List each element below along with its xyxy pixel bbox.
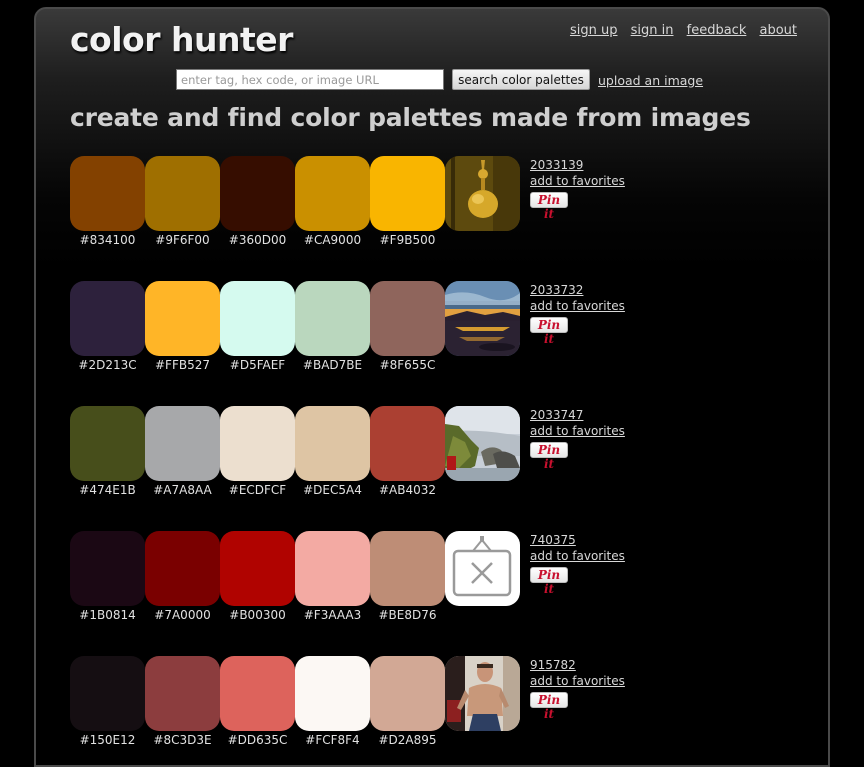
palette-meta: 915782 add to favorites Pin it bbox=[530, 657, 625, 722]
hex-label: #ECDFCF bbox=[228, 483, 287, 497]
color-swatch[interactable] bbox=[295, 531, 370, 606]
add-to-favorites-link[interactable]: add to favorites bbox=[530, 173, 625, 189]
pin-it-button[interactable]: Pin it bbox=[530, 442, 568, 471]
color-swatch[interactable] bbox=[70, 406, 145, 481]
color-swatch[interactable] bbox=[220, 656, 295, 731]
upload-image-link[interactable]: upload an image bbox=[598, 73, 703, 88]
color-swatch[interactable] bbox=[295, 656, 370, 731]
hex-label: #FCF8F4 bbox=[305, 733, 360, 747]
hex-label: #D5FAEF bbox=[229, 358, 286, 372]
color-swatch[interactable] bbox=[370, 656, 445, 731]
color-swatch[interactable] bbox=[145, 281, 220, 356]
hex-label: #DEC5A4 bbox=[303, 483, 362, 497]
color-swatch[interactable] bbox=[70, 156, 145, 231]
color-swatch[interactable] bbox=[220, 406, 295, 481]
color-swatch[interactable] bbox=[370, 156, 445, 231]
hex-label: #474E1B bbox=[79, 483, 136, 497]
broken-image-icon[interactable] bbox=[445, 531, 520, 606]
color-swatch[interactable] bbox=[220, 156, 295, 231]
color-swatch[interactable] bbox=[145, 156, 220, 231]
palette-id-link[interactable]: 740375 bbox=[530, 532, 625, 548]
palette-row: #474E1B #A7A8AA #ECDFCF #DEC5A4 #AB4032 … bbox=[70, 406, 650, 506]
add-to-favorites-link[interactable]: add to favorites bbox=[530, 423, 625, 439]
add-to-favorites-link[interactable]: add to favorites bbox=[530, 673, 625, 689]
page-tagline: create and find color palettes made from… bbox=[70, 103, 751, 132]
hex-label: #BAD7BE bbox=[302, 358, 363, 372]
hex-label: #834100 bbox=[79, 233, 136, 247]
color-swatch[interactable] bbox=[295, 406, 370, 481]
palette-meta: 2033732 add to favorites Pin it bbox=[530, 282, 625, 347]
about-link[interactable]: about bbox=[759, 23, 797, 38]
palette-row: #834100 #9F6F00 #360D00 #CA9000 #F9B500 … bbox=[70, 156, 650, 256]
color-swatch[interactable] bbox=[145, 406, 220, 481]
palette-meta: 2033139 add to favorites Pin it bbox=[530, 157, 625, 222]
color-swatch[interactable] bbox=[370, 406, 445, 481]
pin-it-button[interactable]: Pin it bbox=[530, 192, 568, 221]
site-logo[interactable]: color hunter bbox=[70, 20, 293, 59]
search-button[interactable]: search color palettes bbox=[452, 69, 590, 90]
hex-label: #B00300 bbox=[229, 608, 286, 622]
hex-label: #9F6F00 bbox=[155, 233, 210, 247]
palette-id-link[interactable]: 2033747 bbox=[530, 407, 625, 423]
palette-meta: 2033747 add to favorites Pin it bbox=[530, 407, 625, 472]
feedback-link[interactable]: feedback bbox=[687, 23, 747, 38]
hex-label: #8F655C bbox=[379, 358, 436, 372]
photo-ornament-icon[interactable] bbox=[445, 156, 520, 231]
palette-row: #2D213C #FFB527 #D5FAEF #BAD7BE #8F655C … bbox=[70, 281, 650, 381]
photo-sunset-lake-icon[interactable] bbox=[445, 281, 520, 356]
photo-person-icon[interactable] bbox=[445, 656, 520, 731]
hex-label: #8C3D3E bbox=[153, 733, 212, 747]
hex-label: #150E12 bbox=[79, 733, 136, 747]
color-swatch[interactable] bbox=[370, 281, 445, 356]
color-swatch[interactable] bbox=[295, 156, 370, 231]
color-swatch[interactable] bbox=[145, 531, 220, 606]
photo-coastline-icon[interactable] bbox=[445, 406, 520, 481]
palette-row: #150E12 #8C3D3E #DD635C #FCF8F4 #D2A895 … bbox=[70, 656, 650, 756]
hex-label: #FFB527 bbox=[155, 358, 210, 372]
add-to-favorites-link[interactable]: add to favorites bbox=[530, 548, 625, 564]
hex-label: #BE8D76 bbox=[378, 608, 437, 622]
color-swatch[interactable] bbox=[70, 531, 145, 606]
color-swatch[interactable] bbox=[70, 656, 145, 731]
hex-label: #AB4032 bbox=[378, 483, 437, 497]
pin-it-button[interactable]: Pin it bbox=[530, 692, 568, 721]
pin-it-button[interactable]: Pin it bbox=[530, 567, 568, 596]
page-container: color hunter sign up sign in feedback ab… bbox=[34, 7, 830, 767]
sign-in-link[interactable]: sign in bbox=[631, 23, 674, 38]
palette-id-link[interactable]: 2033139 bbox=[530, 157, 625, 173]
add-to-favorites-link[interactable]: add to favorites bbox=[530, 298, 625, 314]
hex-label: #D2A895 bbox=[378, 733, 437, 747]
hex-label: #F9B500 bbox=[379, 233, 436, 247]
pin-it-button[interactable]: Pin it bbox=[530, 317, 568, 346]
hex-label: #7A0000 bbox=[154, 608, 211, 622]
hex-label: #360D00 bbox=[228, 233, 287, 247]
color-swatch[interactable] bbox=[220, 281, 295, 356]
color-swatch[interactable] bbox=[220, 531, 295, 606]
color-swatch[interactable] bbox=[295, 281, 370, 356]
hex-label: #A7A8AA bbox=[153, 483, 212, 497]
hex-label: #DD635C bbox=[227, 733, 288, 747]
color-swatch[interactable] bbox=[370, 531, 445, 606]
hex-label: #CA9000 bbox=[303, 233, 362, 247]
color-swatch[interactable] bbox=[70, 281, 145, 356]
hex-label: #2D213C bbox=[78, 358, 137, 372]
palette-row: #1B0814 #7A0000 #B00300 #F3AAA3 #BE8D76 … bbox=[70, 531, 650, 631]
search-input[interactable] bbox=[176, 69, 444, 90]
top-nav: sign up sign in feedback about bbox=[561, 23, 797, 38]
palette-meta: 740375 add to favorites Pin it bbox=[530, 532, 625, 597]
color-swatch[interactable] bbox=[145, 656, 220, 731]
hex-label: #1B0814 bbox=[79, 608, 136, 622]
sign-up-link[interactable]: sign up bbox=[570, 23, 618, 38]
palette-id-link[interactable]: 2033732 bbox=[530, 282, 625, 298]
palette-id-link[interactable]: 915782 bbox=[530, 657, 625, 673]
hex-label: #F3AAA3 bbox=[303, 608, 362, 622]
